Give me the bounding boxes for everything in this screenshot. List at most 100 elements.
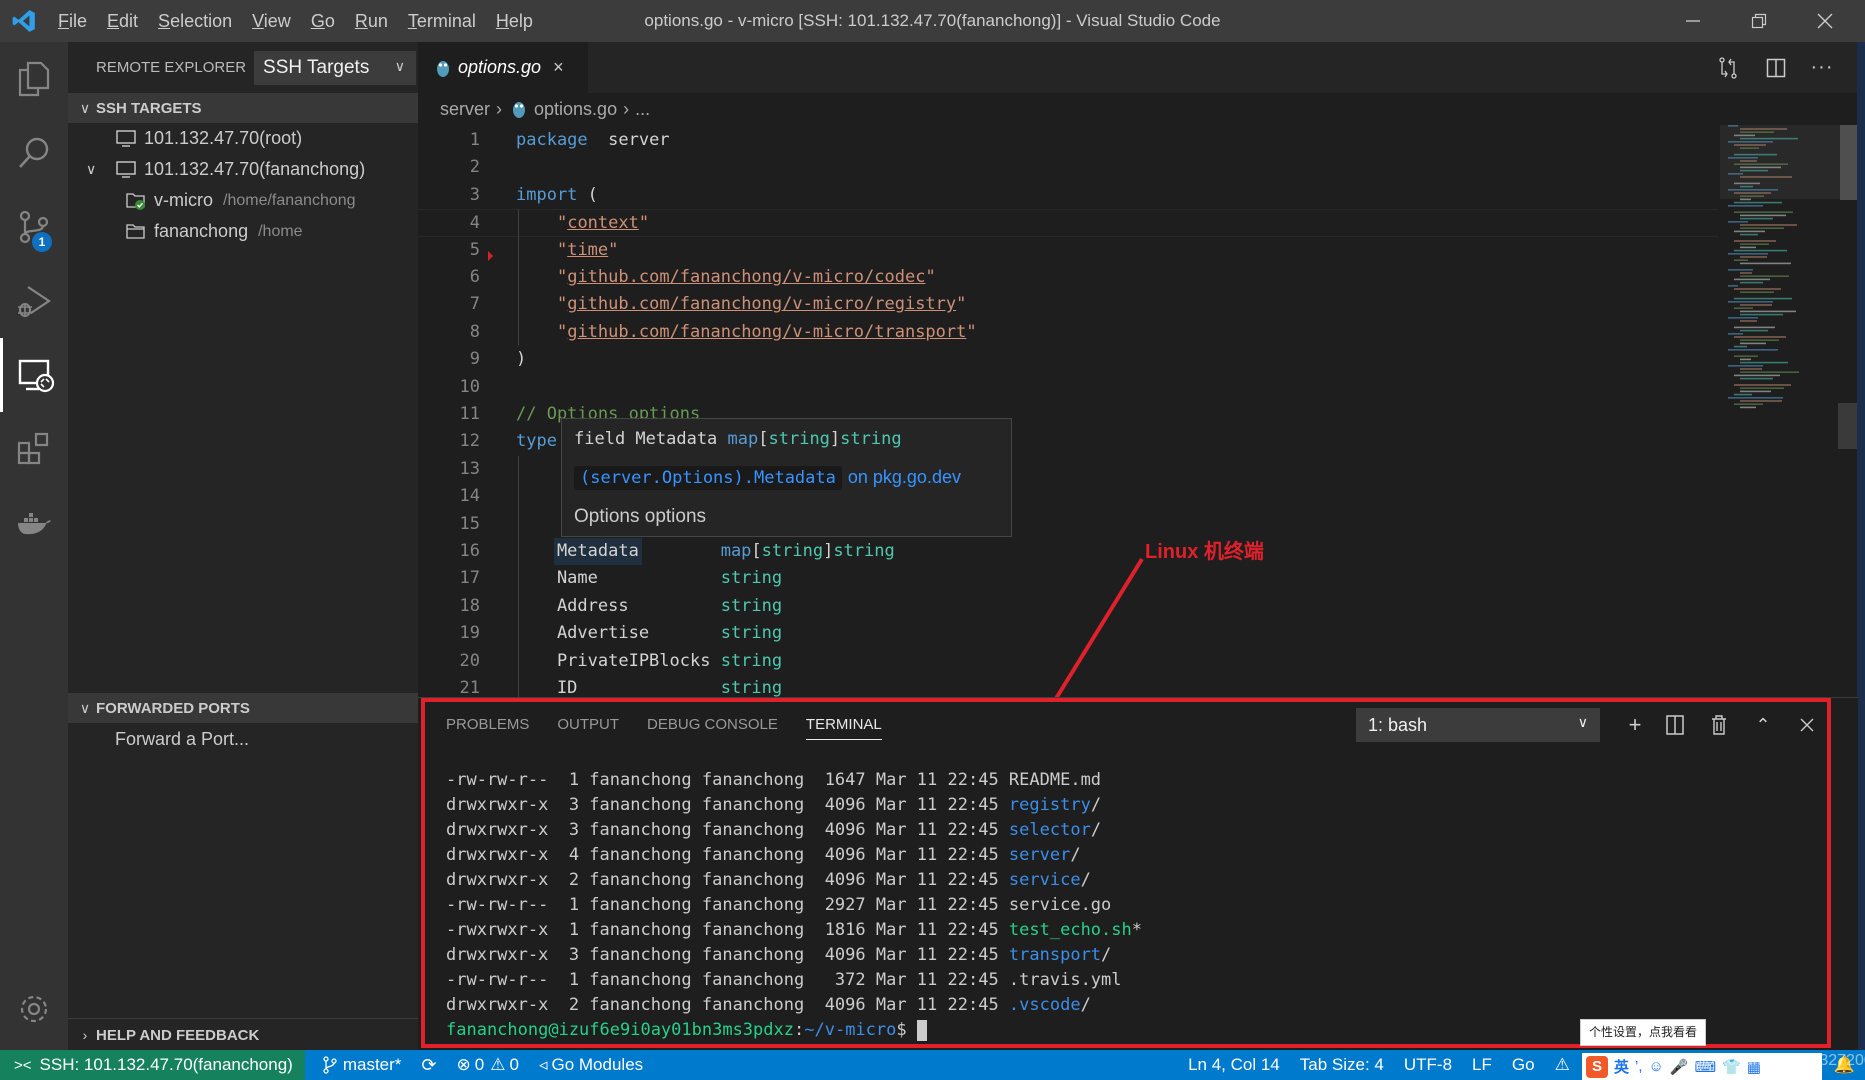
forward-port-item[interactable]: Forward a Port... [68, 724, 249, 755]
new-terminal-button[interactable]: + [1618, 708, 1652, 742]
go-modules[interactable]: ◃ Go Modules [529, 1055, 653, 1075]
close-panel-button[interactable] [1790, 708, 1824, 742]
menu-help[interactable]: Help [486, 0, 543, 42]
terminal-line: drwxrwxr-x 2 fananchong fananchong 4096 … [446, 870, 1091, 890]
menu-selection[interactable]: Selection [148, 0, 242, 42]
code-token: context [567, 213, 639, 234]
tab-size[interactable]: Tab Size: 4 [1290, 1055, 1394, 1075]
breadcrumb-item-file[interactable]: options.go [534, 99, 617, 120]
line-ending[interactable]: LF [1462, 1055, 1502, 1075]
activity-extensions[interactable] [0, 412, 68, 486]
close-window-button[interactable] [1797, 0, 1853, 42]
activity-search[interactable] [0, 116, 68, 190]
code-line[interactable]: 2 [418, 154, 1718, 181]
hover-pkg-link[interactable]: on pkg.go.dev [848, 467, 961, 487]
code-line[interactable]: 9) [418, 346, 1718, 373]
more-actions-button[interactable]: ··· [1800, 42, 1844, 93]
ime-language[interactable]: 英 [1614, 1056, 1629, 1077]
ssh-folder-fananchong[interactable]: fananchong /home [68, 216, 418, 247]
code-token: string [720, 595, 783, 616]
tab-options-go[interactable]: options.go × [418, 42, 588, 93]
menu-edit[interactable]: Edit [97, 0, 148, 42]
open-changes-button[interactable] [1706, 42, 1750, 93]
minimize-button[interactable] [1665, 0, 1721, 42]
deleted-line-marker[interactable] [488, 250, 493, 261]
tree-item-description: /home [258, 222, 303, 240]
ssh-host-root[interactable]: 101.132.47.70(root) [68, 123, 418, 154]
tab-output[interactable]: OUTPUT [557, 698, 619, 752]
code-line[interactable]: 8 "github.com/fananchong/v-micro/transpo… [418, 319, 1718, 346]
keyboard-icon[interactable]: ⌨ [1695, 1058, 1717, 1076]
file-info: drwxrwxr-x 2 fananchong fananchong 4096 … [446, 870, 1009, 890]
minimap-line [1740, 256, 1767, 258]
terminal-line: -rw-rw-r-- 1 fananchong fananchong 2927 … [446, 893, 1142, 918]
menu-file[interactable]: File [48, 0, 97, 42]
terminal-select[interactable]: 1: bash ∨ [1356, 708, 1600, 742]
hover-doc-link[interactable]: (server.Options).Metadata on pkg.go.dev [574, 466, 961, 490]
tab-debug-console[interactable]: DEBUG CONSOLE [647, 698, 778, 752]
activity-remote-explorer[interactable] [0, 338, 68, 412]
emoji-icon[interactable]: ☺ [1649, 1058, 1664, 1075]
activity-docker[interactable] [0, 486, 68, 560]
activity-run-debug[interactable] [0, 264, 68, 338]
skin-icon[interactable]: 👕 [1722, 1058, 1741, 1076]
breadcrumb-item-server[interactable]: server [440, 99, 490, 120]
menu-view[interactable]: View [242, 0, 301, 42]
cursor-position[interactable]: Ln 4, Col 14 [1178, 1055, 1290, 1075]
activity-manage[interactable] [0, 972, 68, 1046]
menu-run[interactable]: Run [345, 0, 398, 42]
menu-go[interactable]: Go [301, 0, 345, 42]
menu-mnemonic: G [310, 11, 325, 31]
punctuation-icon[interactable]: ’, [1635, 1058, 1643, 1075]
grid-icon[interactable]: ▦ [1747, 1058, 1761, 1076]
code-line[interactable]: 10 [418, 374, 1718, 401]
minimap-line [1734, 393, 1752, 396]
minimap[interactable] [1720, 125, 1840, 425]
forwarded-ports-header[interactable]: ∨ FORWARDED PORTS [68, 693, 418, 723]
language-mode[interactable]: Go [1502, 1055, 1545, 1075]
hover-doc-code[interactable]: (server.Options).Metadata [574, 466, 842, 490]
remote-type-select[interactable]: SSH Targets ∨ [254, 50, 417, 85]
code-line[interactable]: 3 import ( [418, 182, 1718, 209]
ssh-host-fananchong[interactable]: ∨ 101.132.47.70(fananchong) [68, 154, 418, 185]
code-line[interactable]: 1 package server [418, 127, 1718, 154]
minimap-viewport[interactable] [1720, 125, 1840, 199]
sync-button[interactable]: ⟳ [411, 1055, 446, 1076]
code-line[interactable]: 7 "github.com/fananchong/v-micro/registr… [418, 291, 1718, 318]
restore-button[interactable] [1731, 0, 1787, 42]
code-token: [ [751, 541, 762, 561]
terminal-output[interactable]: -rw-rw-r-- 1 fananchong fananchong 1647 … [446, 768, 1142, 1043]
kill-terminal-button[interactable] [1702, 708, 1736, 742]
split-editor-button[interactable] [1754, 42, 1798, 93]
code-line[interactable]: 4 "context" [418, 209, 1718, 237]
prompt-user: fananchong@izuf6e9i0ay01bn3ms3pdxz [446, 1020, 794, 1040]
notifications-button[interactable]: 🔔 [1824, 1055, 1865, 1075]
ellipsis-icon: ··· [1810, 56, 1834, 78]
ime-tooltip[interactable]: 个性设置，点我看看 [1580, 1019, 1706, 1046]
tab-close-icon[interactable]: × [553, 57, 564, 78]
remote-indicator[interactable]: >< SSH: 101.132.47.70(fananchong) [0, 1050, 305, 1080]
line-number: 20 [459, 650, 480, 671]
scrollbar-thumb[interactable] [1840, 125, 1857, 200]
problems-indicator[interactable]: ⊗ 0 ⚠ 0 [447, 1055, 529, 1075]
terminal-prompt[interactable]: fananchong@izuf6e9i0ay01bn3ms3pdxz:~/v-m… [446, 1018, 1142, 1043]
code-line[interactable]: 6 "github.com/fananchong/v-micro/codec" [418, 264, 1718, 291]
git-branch[interactable]: master* [313, 1055, 412, 1075]
ime-toolbar[interactable]: S 英 ’, ☺ 🎤 ⌨ 👕 ▦ [1582, 1053, 1822, 1080]
split-terminal-button[interactable] [1658, 708, 1692, 742]
activity-source-control[interactable]: 1 [0, 190, 68, 264]
breadcrumb-item-symbol[interactable]: ... [635, 99, 650, 120]
encoding[interactable]: UTF-8 [1394, 1055, 1462, 1075]
help-feedback-header[interactable]: › HELP AND FEEDBACK [68, 1018, 418, 1051]
activity-explorer[interactable] [0, 42, 68, 116]
microphone-icon[interactable]: 🎤 [1670, 1058, 1689, 1076]
chevron-down-icon: ∨ [79, 699, 91, 716]
code-line[interactable]: 5 "time" [418, 237, 1718, 264]
maximize-panel-button[interactable]: ⌃ [1746, 708, 1780, 742]
menu-terminal[interactable]: Terminal [398, 0, 486, 42]
tab-terminal[interactable]: TERMINAL [805, 698, 882, 752]
warning-status[interactable]: ⚠ [1545, 1055, 1580, 1075]
ssh-folder-v-micro[interactable]: v-micro /home/fananchong [68, 185, 418, 216]
tab-problems[interactable]: PROBLEMS [446, 698, 529, 752]
ssh-targets-header[interactable]: ∨ SSH TARGETS [68, 93, 418, 123]
